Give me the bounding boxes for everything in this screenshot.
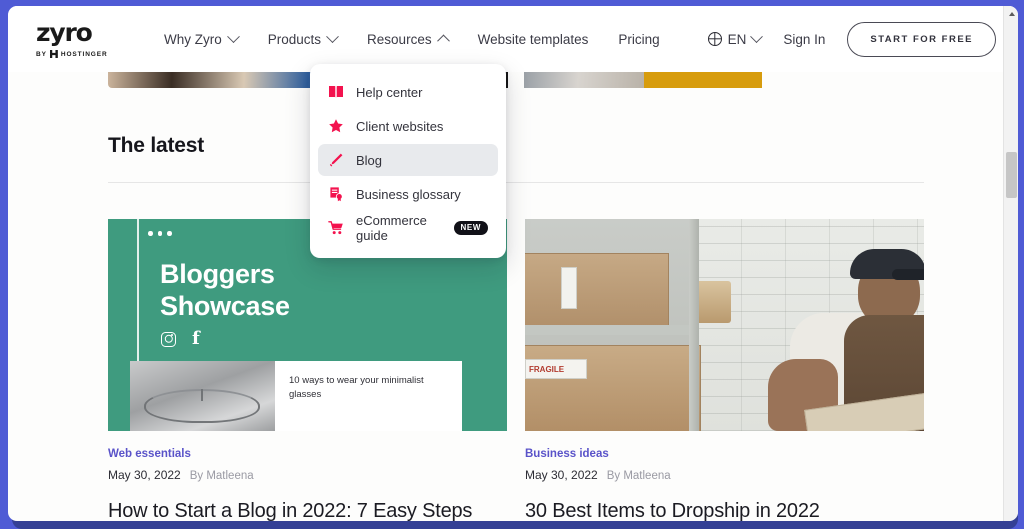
- chevron-down-icon: [226, 29, 240, 43]
- shopping-cart-icon: [328, 221, 343, 235]
- nav-label: Why Zyro: [164, 31, 222, 47]
- person-packing: [724, 249, 924, 431]
- primary-nav: Why Zyro Products Resources Website temp…: [164, 29, 660, 47]
- page-title: The latest: [108, 134, 205, 157]
- strip-gap: [508, 72, 524, 88]
- dropdown-item-label: Business glossary: [356, 186, 461, 202]
- inset-caption: 10 ways to wear your minimalist glasses: [289, 375, 424, 400]
- nav-item-website-templates[interactable]: Website templates: [478, 32, 589, 47]
- article-category[interactable]: Business ideas: [525, 448, 924, 460]
- article-meta: May 30, 2022 By Matleena: [108, 468, 507, 482]
- nav-item-pricing[interactable]: Pricing: [618, 32, 659, 47]
- glasses-photo: [130, 361, 275, 431]
- book-icon: [329, 86, 343, 98]
- article-list: Bloggers Showcase f 10 ways to wear your…: [108, 219, 924, 521]
- strip-image-middle: [524, 72, 644, 88]
- logo-by-text: BY: [36, 50, 47, 58]
- glasses-shape-icon: [144, 389, 260, 423]
- dropdown-item-label: Help center: [356, 84, 423, 100]
- nav-item-why-zyro[interactable]: Why Zyro: [164, 29, 240, 47]
- nav-label: Resources: [367, 31, 432, 47]
- chevron-down-icon: [326, 29, 339, 43]
- dots-decoration: [148, 231, 172, 236]
- inset-product-card: 10 ways to wear your minimalist glasses: [130, 361, 462, 431]
- dropdown-item-blog[interactable]: Blog: [318, 144, 498, 176]
- cap-brim: [892, 269, 924, 280]
- nav-item-resources[interactable]: Resources: [367, 31, 450, 47]
- new-badge: NEW: [453, 221, 488, 235]
- article-title[interactable]: How to Start a Blog in 2022: 7 Easy Step…: [108, 500, 507, 521]
- scroll-up-button[interactable]: [1004, 6, 1018, 21]
- article-card[interactable]: FRAGILE Business ideas May 30, 2022 By M…: [525, 219, 924, 521]
- sign-in-link[interactable]: Sign In: [783, 32, 825, 47]
- thumbnail-heading-line2: Showcase: [160, 290, 290, 321]
- header-actions: EN Sign In START FOR FREE: [707, 21, 996, 57]
- dropdown-item-business-glossary[interactable]: Business glossary: [318, 178, 498, 210]
- chevron-down-icon: [750, 29, 764, 43]
- shelf-bar: [525, 325, 697, 335]
- article-author: By Matleena: [189, 470, 254, 482]
- article-author: By Matleena: [606, 470, 671, 482]
- language-switcher[interactable]: EN: [707, 29, 764, 47]
- thumbnail-heading-line1: Bloggers: [160, 259, 275, 289]
- nav-label: Pricing: [618, 31, 660, 47]
- start-for-free-button[interactable]: START FOR FREE: [847, 21, 996, 57]
- article-thumbnail: FRAGILE: [525, 219, 924, 431]
- page-viewport: zyro BY HOSTINGER Why Zyro Products Reso…: [8, 6, 1018, 521]
- page-content: The latest Bloggers Showcase f 10 ways t…: [8, 72, 1018, 521]
- warehouse-photo: FRAGILE: [525, 219, 924, 431]
- document-seal-icon: [330, 187, 343, 202]
- vertical-scrollbar[interactable]: [1003, 6, 1018, 521]
- strip-image-right: [644, 72, 762, 88]
- dropdown-item-ecommerce-guide[interactable]: eCommerce guide NEW: [318, 212, 498, 244]
- zyro-logo[interactable]: zyro BY HOSTINGER: [36, 20, 132, 58]
- article-title[interactable]: 30 Best Items to Dropship in 2022: [525, 500, 924, 521]
- dropdown-item-label: eCommerce guide: [356, 213, 427, 243]
- nav-label: Products: [267, 31, 322, 47]
- logo-wordmark: zyro: [36, 18, 93, 47]
- language-label: EN: [727, 31, 747, 47]
- hostinger-mark-icon: [49, 50, 58, 58]
- pencil-icon: [329, 153, 343, 167]
- logo-byline: BY HOSTINGER: [36, 50, 132, 58]
- article-meta: May 30, 2022 By Matleena: [525, 468, 924, 482]
- dropdown-item-client-websites[interactable]: Client websites: [318, 110, 498, 142]
- article-category[interactable]: Web essentials: [108, 448, 507, 460]
- dropdown-item-label: Blog: [356, 152, 383, 168]
- star-icon: [329, 119, 343, 133]
- browser-frame: zyro BY HOSTINGER Why Zyro Products Reso…: [0, 0, 1024, 529]
- article-date: May 30, 2022: [525, 468, 598, 482]
- cardboard-box-top: [525, 253, 669, 327]
- article-card[interactable]: Bloggers Showcase f 10 ways to wear your…: [108, 219, 507, 521]
- article-date: May 30, 2022: [108, 468, 181, 482]
- decorative-rule: [137, 219, 139, 361]
- nav-item-products[interactable]: Products: [267, 29, 339, 47]
- facebook-icon: f: [192, 328, 200, 349]
- scrollbar-thumb[interactable]: [1006, 152, 1017, 198]
- instagram-icon: [161, 331, 176, 347]
- site-header: zyro BY HOSTINGER Why Zyro Products Reso…: [8, 6, 1018, 72]
- social-icons: f: [161, 330, 200, 348]
- shelf-post: [688, 219, 699, 431]
- cardboard-box-bottom: [525, 345, 701, 431]
- content-container: The latest Bloggers Showcase f 10 ways t…: [108, 88, 924, 521]
- scrolled-image-strip: [8, 72, 1018, 88]
- strip-inner: [108, 72, 924, 88]
- dropdown-item-label: Client websites: [356, 118, 444, 134]
- globe-icon: [707, 32, 722, 46]
- resources-dropdown-menu: Help center Client websites Blog Busines…: [310, 64, 506, 258]
- fragile-label: FRAGILE: [525, 359, 587, 379]
- chevron-up-icon: [436, 34, 450, 47]
- thumbnail-heading: Bloggers Showcase: [160, 259, 290, 323]
- caret-up-icon: [1008, 11, 1015, 16]
- section-divider: [108, 182, 924, 183]
- logo-parent-text: HOSTINGER: [60, 50, 108, 58]
- box-symbols-label: [561, 267, 577, 309]
- nav-label: Website templates: [477, 31, 589, 47]
- dropdown-item-help-center[interactable]: Help center: [318, 76, 498, 108]
